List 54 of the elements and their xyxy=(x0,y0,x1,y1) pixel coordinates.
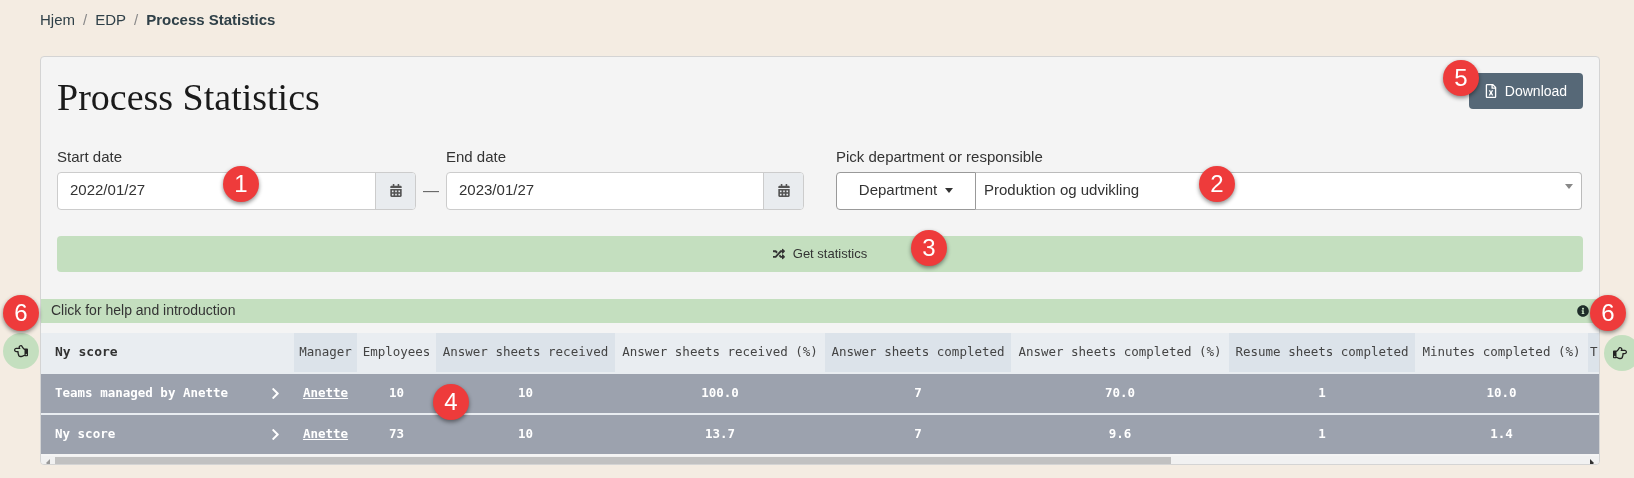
table-cell-text: 1 xyxy=(1318,424,1326,443)
field-label: Start date xyxy=(57,147,124,167)
table-cell-text: 10 xyxy=(388,383,405,402)
breadcrumb-link[interactable]: Hjem xyxy=(40,9,75,32)
scroll-right-button[interactable] xyxy=(1604,335,1634,371)
table-cell-text: 7 xyxy=(914,424,922,443)
step-number-badge: 6 xyxy=(1590,295,1626,331)
breadcrumb-link[interactable]: EDP xyxy=(95,9,127,32)
pointing-hand-icon xyxy=(1613,346,1627,360)
table-cell-text: 1 xyxy=(1318,383,1326,402)
download-button[interactable]: Download xyxy=(1469,73,1583,109)
column-header: Answer sheets completed (%) xyxy=(1017,342,1223,361)
table-cell-text: 10 xyxy=(517,424,534,443)
field-label: End date xyxy=(446,147,508,167)
scroll-right-arrow-icon xyxy=(1590,458,1594,464)
column-header: Employees xyxy=(361,342,432,361)
info-icon xyxy=(1577,304,1589,317)
column-header: Answer sheets completed xyxy=(825,332,1011,372)
caret-icon xyxy=(1565,184,1573,189)
department-dropdown[interactable]: Department xyxy=(836,171,976,210)
caret-icon xyxy=(945,188,954,193)
table-cell-text: 10 xyxy=(517,383,534,402)
column-header: Minutes completed (%) xyxy=(1421,342,1582,361)
table-cell-text: 1.4 xyxy=(1490,424,1513,443)
table-cell-text: 10.0 xyxy=(1486,383,1517,402)
column-header: Answer sheets received (%) xyxy=(621,342,819,361)
table-cell-text: 73 xyxy=(388,424,405,443)
chevron-right-icon xyxy=(271,386,280,400)
column-header: Manager xyxy=(294,332,357,372)
excel-file-icon xyxy=(1484,84,1497,98)
pointing-hand-icon xyxy=(14,344,28,358)
table-cell-text: 70.0 xyxy=(1104,383,1136,402)
breadcrumb-separator: / xyxy=(134,10,139,31)
table-cell-text: 13.7 xyxy=(704,424,736,443)
page-title: Process Statistics xyxy=(57,75,320,120)
column-header: T xyxy=(1588,332,1599,372)
breadcrumb-current: Process Statistics xyxy=(146,10,276,31)
date-range-dash: — xyxy=(422,180,440,201)
scroll-left-arrow-icon xyxy=(46,458,50,464)
column-header: Resume sheets completed xyxy=(1229,332,1415,372)
table-cell-text: 100.0 xyxy=(701,383,739,402)
scroll-left-button[interactable] xyxy=(3,333,39,369)
end-date-field[interactable]: 2023/01/27 xyxy=(446,171,804,210)
column-header: Answer sheets received xyxy=(436,332,615,372)
breadcrumb-separator: / xyxy=(83,10,88,31)
column-header: Ny score xyxy=(54,343,119,362)
field-label: Pick department or responsible xyxy=(836,147,1044,167)
chevron-right-icon xyxy=(271,427,280,441)
calendar-icon xyxy=(777,184,790,197)
shuffle-icon xyxy=(772,247,785,260)
step-number-badge: 6 xyxy=(3,295,39,331)
table-cell-text: 7 xyxy=(914,383,922,402)
table-cell-text: 9.6 xyxy=(1108,424,1132,443)
calendar-icon xyxy=(389,184,402,197)
